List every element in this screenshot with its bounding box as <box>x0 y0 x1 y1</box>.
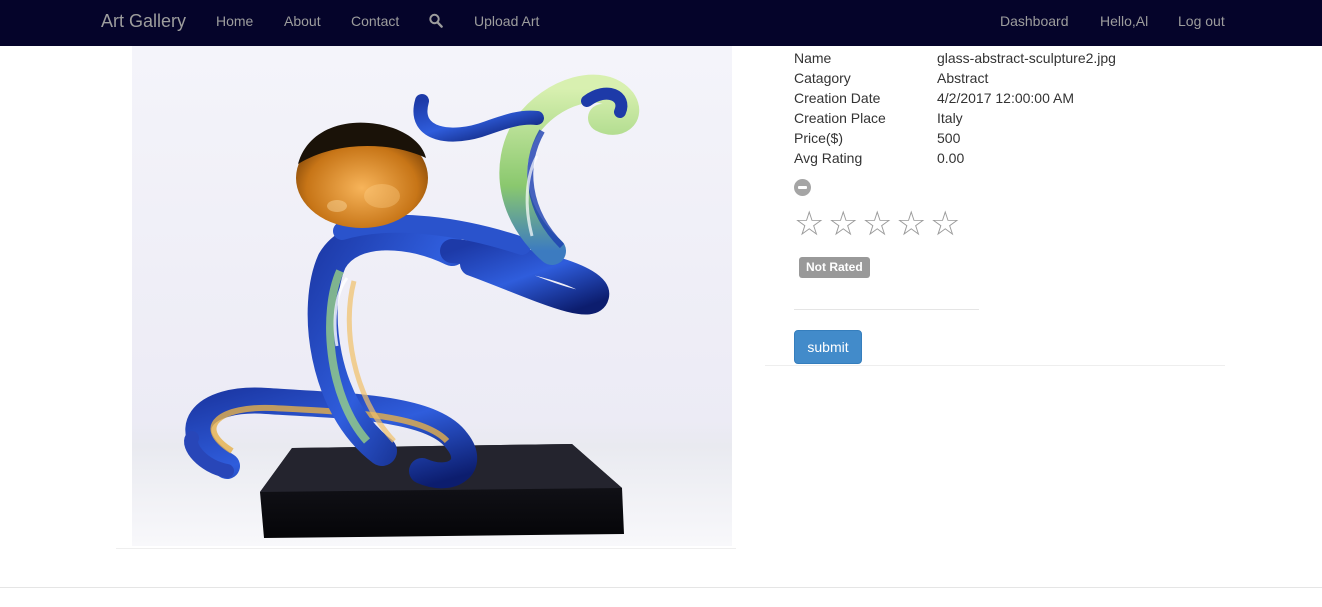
nav-home-link[interactable]: Home <box>216 13 253 29</box>
detail-value: 500 <box>937 130 961 146</box>
star-4-icon[interactable]: ☆ <box>896 206 926 242</box>
detail-value: Italy <box>937 110 963 126</box>
detail-label: Avg Rating <box>794 150 863 166</box>
minus-circle-icon[interactable] <box>794 179 811 196</box>
detail-value: glass-abstract-sculpture2.jpg <box>937 50 1116 66</box>
top-navbar: Art Gallery Home About Contact Upload Ar… <box>0 0 1322 46</box>
nav-contact-link[interactable]: Contact <box>351 13 399 29</box>
rating-status-badge: Not Rated <box>799 257 870 278</box>
detail-label: Creation Place <box>794 110 886 126</box>
detail-value: 0.00 <box>937 150 965 166</box>
star-2-icon[interactable]: ☆ <box>828 206 858 242</box>
detail-value: Abstract <box>937 70 989 86</box>
detail-label: Name <box>794 50 832 66</box>
submit-button[interactable]: submit <box>794 330 862 364</box>
star-3-icon[interactable]: ☆ <box>862 206 892 242</box>
nav-logout-link[interactable]: Log out <box>1178 13 1225 29</box>
search-icon[interactable] <box>429 13 443 29</box>
brand-link[interactable]: Art Gallery <box>101 11 186 32</box>
nav-about-link[interactable]: About <box>284 13 321 29</box>
detail-label: Creation Date <box>794 90 881 106</box>
star-1-icon[interactable]: ☆ <box>794 206 824 242</box>
nav-dashboard-link[interactable]: Dashboard <box>1000 13 1069 29</box>
artwork-divider <box>116 548 736 549</box>
nav-upload-art-link[interactable]: Upload Art <box>474 13 539 29</box>
form-divider <box>794 309 979 310</box>
star-5-icon[interactable]: ☆ <box>930 206 960 242</box>
detail-label: Price($) <box>794 130 844 146</box>
detail-label: Catagory <box>794 70 851 86</box>
nav-user-greeting-link[interactable]: Hello,Al <box>1100 13 1148 29</box>
detail-value: 4/2/2017 12:00:00 AM <box>937 90 1074 106</box>
artwork-image <box>132 46 732 546</box>
section-divider <box>765 365 1225 366</box>
footer-divider <box>0 587 1322 588</box>
